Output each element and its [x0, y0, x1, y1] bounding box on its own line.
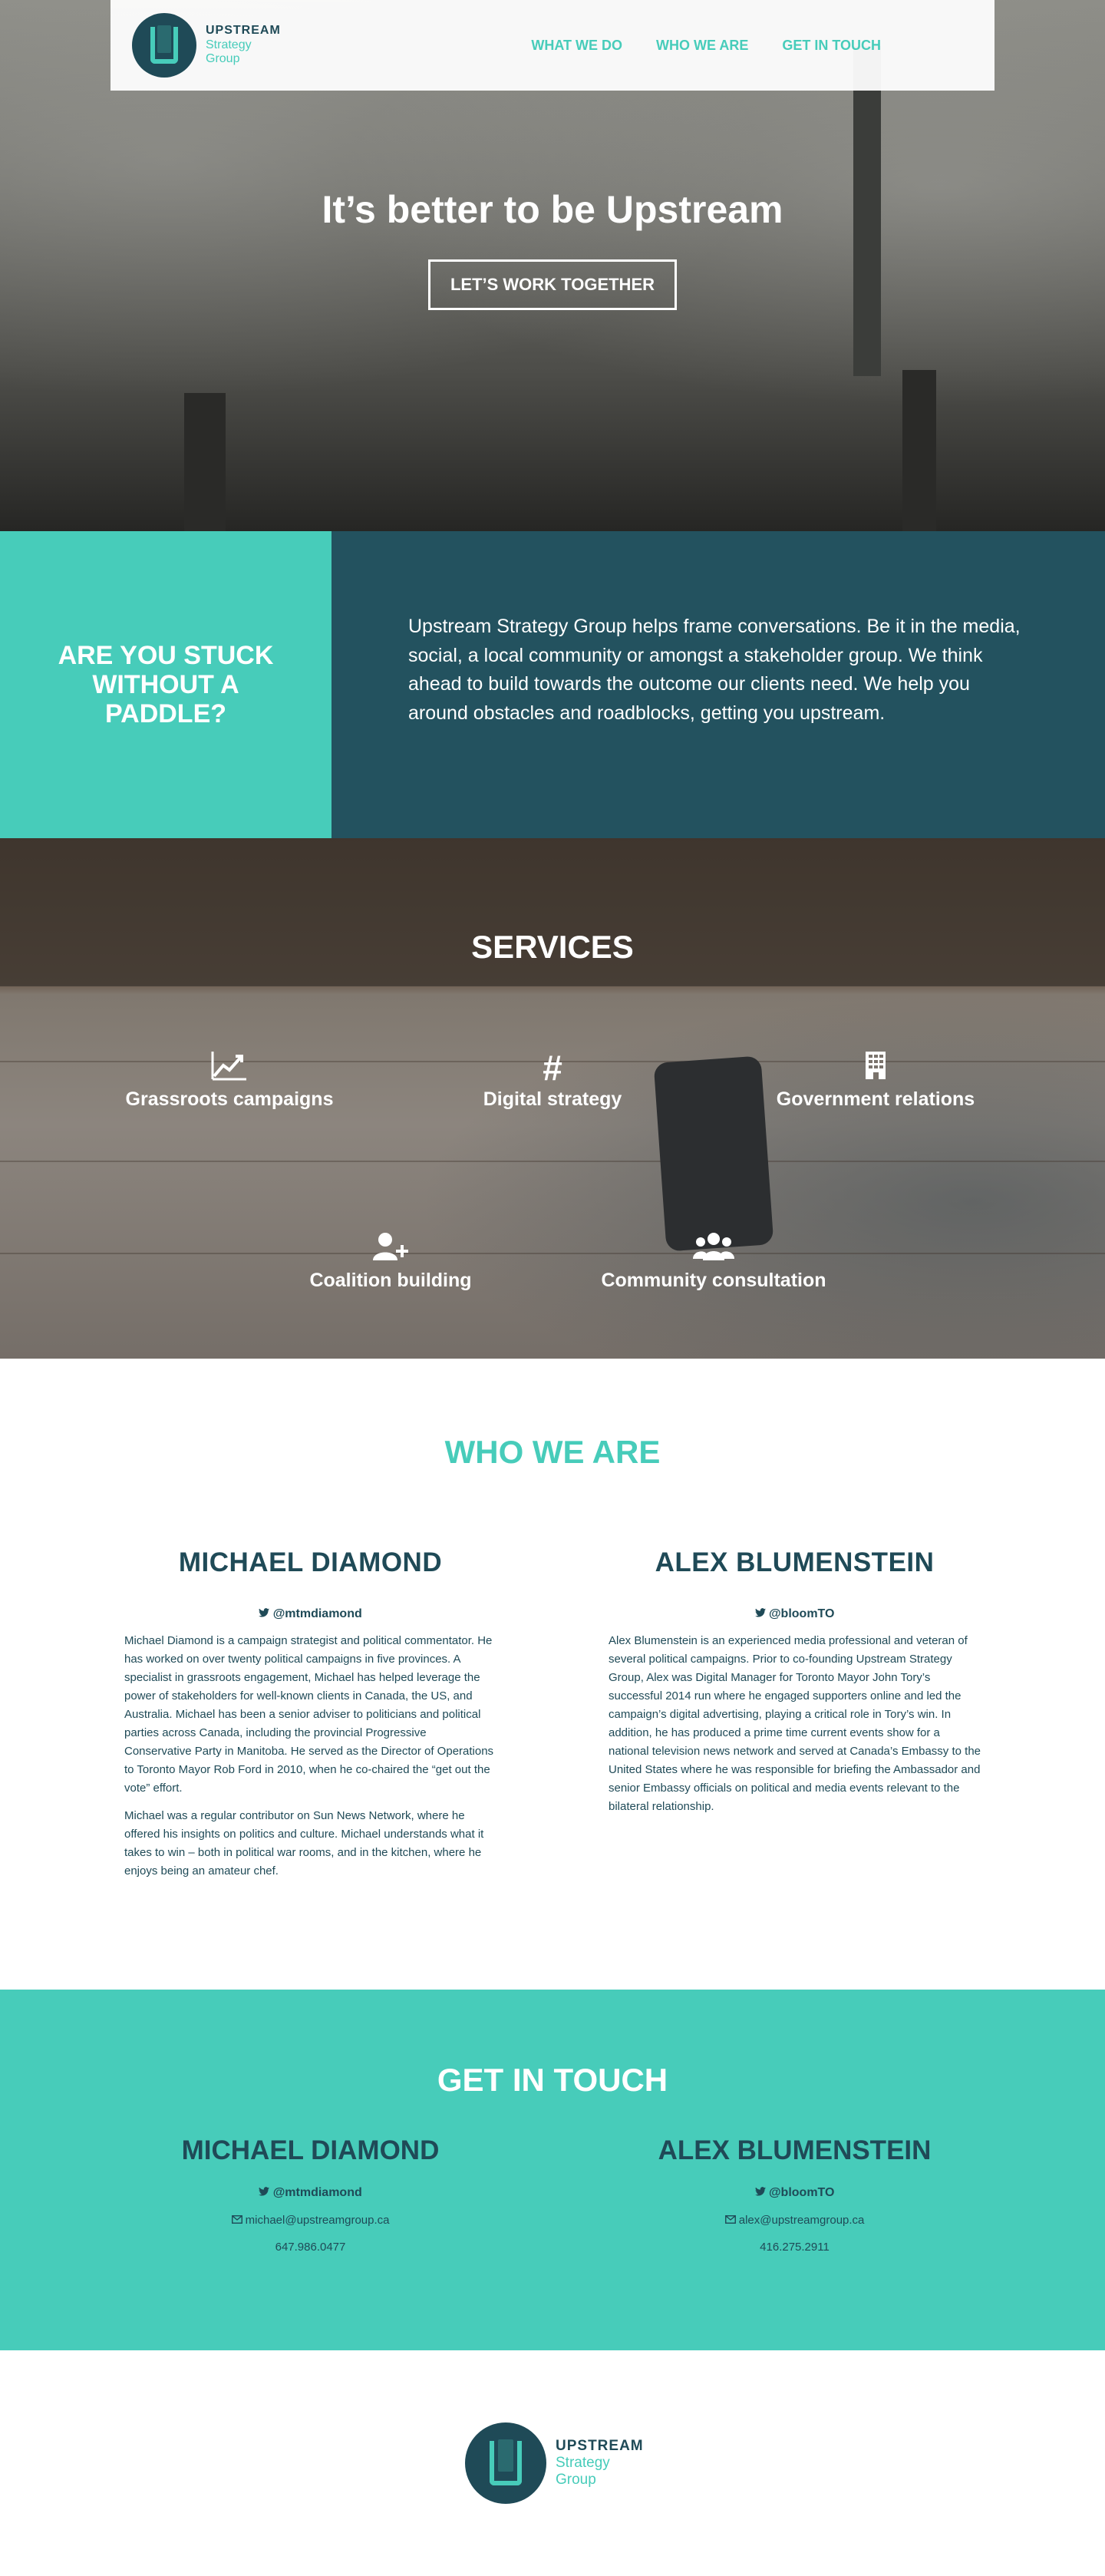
- hero-title: It’s better to be Upstream: [322, 188, 783, 231]
- nav-link-what-we-do[interactable]: WHAT WE DO: [531, 38, 622, 54]
- brand-line-1: UPSTREAM: [206, 24, 281, 38]
- person-bio: Michael Diamond is a campaign strategist…: [124, 1632, 496, 1881]
- intro-body-panel: Upstream Strategy Group helps frame conv…: [332, 531, 1105, 838]
- service-label: Coalition building: [309, 1270, 472, 1291]
- twitter-icon: [259, 1607, 270, 1620]
- footer: UPSTREAM Strategy Group: [0, 2350, 1105, 2576]
- hero-background-bollard: [902, 370, 936, 531]
- main-nav: WHAT WE DO WHO WE ARE GET IN TOUCH: [531, 38, 881, 54]
- bio-paragraph: Michael was a regular contributor on Sun…: [124, 1809, 484, 1878]
- nav-link-who-we-are[interactable]: WHO WE ARE: [656, 38, 748, 54]
- who-we-are-title: WHO WE ARE: [444, 1434, 661, 1470]
- services-section: SERVICES Grassroots campaigns # Digital …: [0, 838, 1105, 1359]
- twitter-handle-text: @mtmdiamond: [272, 1607, 362, 1620]
- email-text: michael@upstreamgroup.ca: [245, 2214, 390, 2227]
- brand-line-2: Strategy: [556, 2455, 610, 2472]
- twitter-handle-link[interactable]: @bloomTO: [609, 1607, 981, 1621]
- twitter-icon: [754, 1607, 766, 1620]
- email-text: alex@upstreamgroup.ca: [738, 2214, 865, 2227]
- twitter-handle-text: @bloomTO: [768, 2186, 835, 2199]
- service-label: Community consultation: [601, 1270, 826, 1291]
- brand-line-1: UPSTREAM: [556, 2438, 644, 2455]
- users-icon: [576, 1231, 852, 1265]
- person-card-michael: MICHAEL DIAMOND @mtmdiamond Michael Diam…: [124, 1547, 496, 1890]
- twitter-handle-text: @mtmdiamond: [272, 2186, 362, 2199]
- contact-phone[interactable]: 647.986.0477: [124, 2241, 496, 2254]
- background-plank-line: [0, 1253, 1105, 1254]
- brand-line-3: Group: [206, 52, 240, 66]
- service-label: Grassroots campaigns: [125, 1088, 334, 1110]
- service-coalition-building: Coalition building: [252, 1231, 529, 1292]
- service-government-relations: Government relations: [737, 1050, 1014, 1111]
- twitter-handle-link[interactable]: @mtmdiamond: [124, 1607, 496, 1621]
- person-name: MICHAEL DIAMOND: [178, 1547, 443, 1577]
- envelope-icon: [231, 2214, 242, 2227]
- background-plank-line: [0, 1161, 1105, 1162]
- brand-wordmark: UPSTREAM Strategy Group: [556, 2438, 644, 2488]
- hero-background-bollard: [184, 393, 226, 531]
- brand-wordmark: UPSTREAM Strategy Group: [206, 24, 281, 66]
- get-in-touch-section: GET IN TOUCH MICHAEL DIAMOND @mtmdiamond…: [0, 1990, 1105, 2350]
- person-name: ALEX BLUMENSTEIN: [655, 1547, 935, 1577]
- bio-paragraph: Michael Diamond is a campaign strategist…: [124, 1634, 494, 1795]
- who-we-are-section: WHO WE ARE MICHAEL DIAMOND @mtmdiamond M…: [0, 1359, 1105, 1990]
- bio-paragraph: Alex Blumenstein is an experienced media…: [609, 1634, 981, 1813]
- service-label: Government relations: [776, 1088, 975, 1110]
- intro-body-text: Upstream Strategy Group helps frame conv…: [408, 616, 1021, 724]
- envelope-icon: [724, 2214, 736, 2227]
- contact-card-michael: MICHAEL DIAMOND @mtmdiamond michael@upst…: [124, 2135, 496, 2254]
- service-label: Digital strategy: [483, 1088, 622, 1110]
- twitter-icon: [754, 2186, 766, 2199]
- user-plus-icon: [252, 1231, 529, 1265]
- top-navbar: UPSTREAM Strategy Group WHAT WE DO WHO W…: [110, 0, 995, 91]
- hashtag-icon: #: [543, 1048, 562, 1088]
- person-bio: Alex Blumenstein is an experienced media…: [609, 1632, 981, 1816]
- brand-line-2: Strategy: [206, 38, 252, 51]
- brand-line-3: Group: [556, 2471, 596, 2488]
- intro-heading-panel: ARE YOU STUCK WITHOUT A PADDLE?: [0, 531, 332, 838]
- contact-twitter-link[interactable]: @mtmdiamond: [124, 2186, 496, 2200]
- logo-icon: [465, 2422, 546, 2504]
- contact-phone[interactable]: 416.275.2911: [609, 2241, 981, 2254]
- chart-line-icon: [91, 1050, 368, 1084]
- nav-link-get-in-touch[interactable]: GET IN TOUCH: [782, 38, 881, 54]
- contact-email-link[interactable]: michael@upstreamgroup.ca: [124, 2214, 496, 2227]
- brand-logo[interactable]: UPSTREAM Strategy Group: [132, 13, 281, 78]
- intro-heading: ARE YOU STUCK WITHOUT A PADDLE?: [58, 640, 274, 729]
- services-title: SERVICES: [471, 929, 634, 965]
- service-digital-strategy: # Digital strategy: [414, 1050, 691, 1111]
- logo-icon: [132, 13, 196, 78]
- contact-name: ALEX BLUMENSTEIN: [658, 2135, 932, 2165]
- person-card-alex: ALEX BLUMENSTEIN @bloomTO Alex Blumenste…: [609, 1547, 981, 1825]
- twitter-icon: [259, 2186, 270, 2199]
- contact-name: MICHAEL DIAMOND: [181, 2135, 440, 2165]
- contact-email-link[interactable]: alex@upstreamgroup.ca: [609, 2214, 981, 2227]
- building-icon: [737, 1050, 1014, 1084]
- contact-card-alex: ALEX BLUMENSTEIN @bloomTO alex@upstreamg…: [609, 2135, 981, 2254]
- intro-section: ARE YOU STUCK WITHOUT A PADDLE? Upstream…: [0, 531, 1105, 838]
- hero-section: UPSTREAM Strategy Group WHAT WE DO WHO W…: [0, 0, 1105, 531]
- footer-logo[interactable]: UPSTREAM Strategy Group: [465, 2422, 644, 2504]
- twitter-handle-text: @bloomTO: [768, 1607, 835, 1620]
- work-together-button[interactable]: LET’S WORK TOGETHER: [428, 259, 677, 310]
- contact-twitter-link[interactable]: @bloomTO: [609, 2186, 981, 2200]
- get-in-touch-title: GET IN TOUCH: [437, 2062, 668, 2098]
- service-community-consultation: Community consultation: [576, 1231, 852, 1292]
- service-grassroots: Grassroots campaigns: [91, 1050, 368, 1111]
